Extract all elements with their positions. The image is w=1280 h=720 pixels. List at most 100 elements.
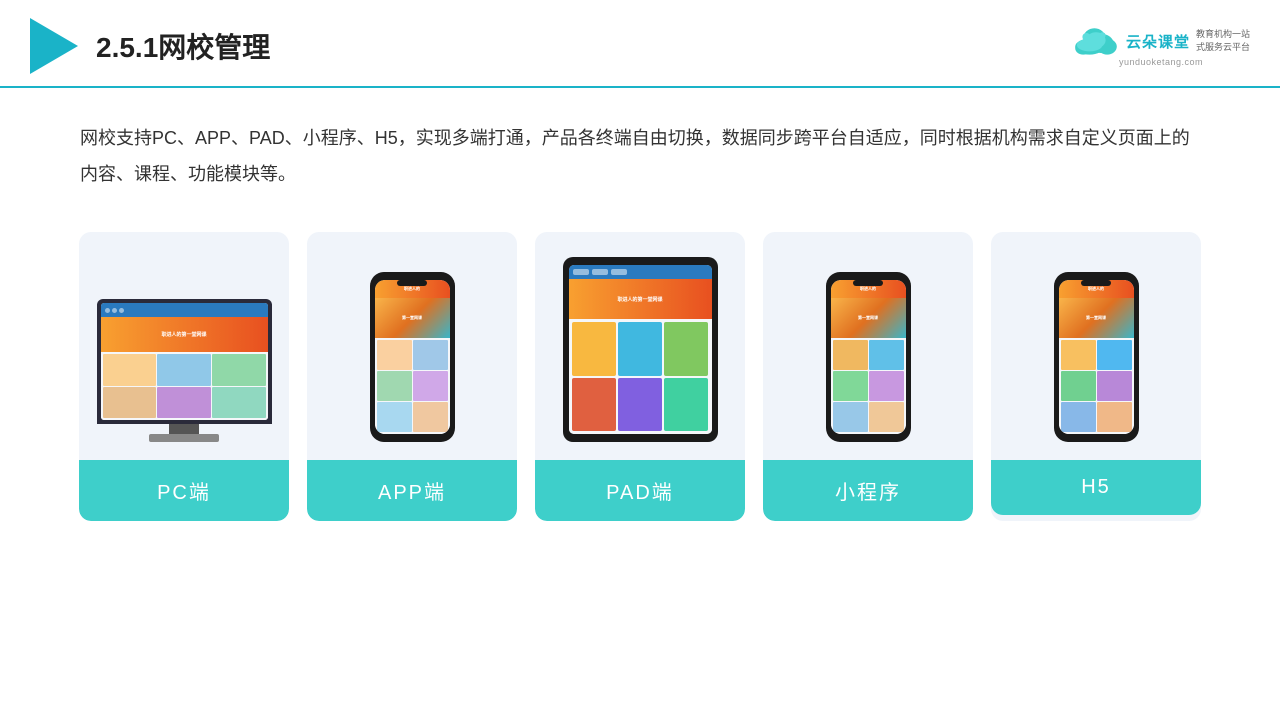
brand-logo: 云朵课堂 教育机构一站 式服务云平台 yunduoketang.com: [1072, 25, 1250, 67]
phone-notch: [1081, 280, 1111, 286]
pc-screen-outer: 职进人的第一堂网课: [97, 299, 272, 424]
pad-banner-text: 职进人的第一堂网课: [617, 296, 662, 303]
card-h5: 职进人的 第一堂网课 H5: [991, 232, 1201, 521]
pc-content-block: [157, 387, 211, 419]
pad-nav-item: [611, 269, 627, 275]
pc-content-block: [103, 354, 157, 386]
header: 2.5.1网校管理 云朵课堂 教育机构一站 式服务云平: [0, 0, 1280, 88]
card-miniprogram-label: 小程序: [763, 460, 973, 521]
pc-nav-dot: [112, 308, 117, 313]
pad-grid-block: [572, 322, 616, 376]
description-text: 网校支持PC、APP、PAD、小程序、H5，实现多端打通，产品各终端自由切换，数…: [80, 120, 1200, 192]
phone-block: [413, 371, 448, 401]
card-app: 职进人的 第一堂网课 APP端: [307, 232, 517, 521]
phone-block: [1061, 340, 1096, 370]
phone-block: [1061, 371, 1096, 401]
phone-banner: 第一堂网课: [831, 298, 906, 338]
brand-tagline: 教育机构一站 式服务云平台: [1196, 28, 1250, 55]
pad-nav-item: [592, 269, 608, 275]
logo-triangle-icon: [30, 18, 78, 74]
phone-content: [375, 338, 450, 434]
pc-content-area: [101, 352, 268, 420]
card-pc-label: PC端: [79, 460, 289, 521]
card-pad-label: PAD端: [535, 460, 745, 521]
pc-screen-content: 职进人的第一堂网课: [101, 303, 268, 420]
pad-grid-block: [664, 322, 708, 376]
phone-h5-mockup: 职进人的 第一堂网课: [1054, 272, 1139, 442]
phone-block: [413, 340, 448, 370]
cloud-icon: [1072, 25, 1120, 57]
header-right: 云朵课堂 教育机构一站 式服务云平台 yunduoketang.com: [1072, 25, 1250, 67]
pc-stand: [149, 434, 219, 442]
brand-name: 云朵课堂: [1126, 31, 1190, 52]
card-app-image: 职进人的 第一堂网课: [322, 252, 502, 442]
pad-grid: [569, 319, 712, 434]
phone-block: [833, 340, 868, 370]
phone-block: [1097, 340, 1132, 370]
pad-grid-block: [572, 378, 616, 432]
pad-device-mockup: 职进人的第一堂网课: [563, 257, 718, 442]
pc-banner: 职进人的第一堂网课: [101, 317, 268, 352]
phone-notch: [397, 280, 427, 286]
phone-block: [1097, 371, 1132, 401]
pc-content-block: [212, 387, 266, 419]
brand-logo-icon: 云朵课堂 教育机构一站 式服务云平台: [1072, 25, 1250, 57]
card-h5-label: H5: [991, 460, 1201, 515]
phone-header-text: 职进人的: [404, 286, 420, 292]
card-pad-image: 职进人的第一堂网课: [550, 252, 730, 442]
pc-banner-text: 职进人的第一堂网课: [161, 331, 206, 338]
phone-h5-screen: 职进人的 第一堂网课: [1059, 280, 1134, 434]
pad-screen: 职进人的第一堂网课: [569, 265, 712, 434]
phone-block: [869, 371, 904, 401]
pad-grid-block: [664, 378, 708, 432]
pc-content-block: [212, 354, 266, 386]
pc-nav-dot: [119, 308, 124, 313]
pad-nav-item: [573, 269, 589, 275]
phone-block: [377, 340, 412, 370]
pc-nav-bar: [101, 303, 268, 317]
pc-content-block: [157, 354, 211, 386]
card-miniprogram-image: 职进人的 第一堂网课: [778, 252, 958, 442]
phone-banner-text: 第一堂网课: [400, 313, 424, 323]
phone-app-mockup: 职进人的 第一堂网课: [370, 272, 455, 442]
card-pad: 职进人的第一堂网课 PAD端: [535, 232, 745, 521]
phone-mini-mockup: 职进人的 第一堂网课: [826, 272, 911, 442]
phone-content: [1059, 338, 1134, 434]
phone-block: [377, 371, 412, 401]
pad-grid-block: [618, 378, 662, 432]
description: 网校支持PC、APP、PAD、小程序、H5，实现多端打通，产品各终端自由切换，数…: [0, 88, 1280, 212]
phone-notch: [853, 280, 883, 286]
pad-nav: [569, 265, 712, 279]
card-app-label: APP端: [307, 460, 517, 521]
phone-block: [869, 340, 904, 370]
pc-screen-inner: 职进人的第一堂网课: [101, 303, 268, 420]
phone-header-text: 职进人的: [860, 286, 876, 292]
phone-block: [1061, 402, 1096, 432]
phone-mini-screen: 职进人的 第一堂网课: [831, 280, 906, 434]
phone-banner-text: 第一堂网课: [1084, 313, 1108, 323]
card-miniprogram: 职进人的 第一堂网课 小程序: [763, 232, 973, 521]
card-pc: 职进人的第一堂网课: [79, 232, 289, 521]
card-pc-image: 职进人的第一堂网课: [94, 252, 274, 442]
pc-nav-dot: [105, 308, 110, 313]
pad-banner: 职进人的第一堂网课: [569, 279, 712, 319]
phone-header-text: 职进人的: [1088, 286, 1104, 292]
phone-block: [833, 371, 868, 401]
page-title: 2.5.1网校管理: [96, 26, 270, 66]
phone-block: [413, 402, 448, 432]
pad-grid-block: [618, 322, 662, 376]
pc-neck: [169, 424, 199, 434]
pc-device-mockup: 职进人的第一堂网课: [94, 299, 274, 442]
cards-container: 职进人的第一堂网课: [0, 222, 1280, 551]
phone-banner: 第一堂网课: [375, 298, 450, 338]
pc-content-block: [103, 387, 157, 419]
phone-block: [377, 402, 412, 432]
phone-block: [1097, 402, 1132, 432]
card-h5-image: 职进人的 第一堂网课: [1006, 252, 1186, 442]
phone-banner-text: 第一堂网课: [856, 313, 880, 323]
phone-banner: 第一堂网课: [1059, 298, 1134, 338]
phone-app-screen: 职进人的 第一堂网课: [375, 280, 450, 434]
header-left: 2.5.1网校管理: [30, 18, 270, 74]
phone-content: [831, 338, 906, 434]
phone-block: [833, 402, 868, 432]
